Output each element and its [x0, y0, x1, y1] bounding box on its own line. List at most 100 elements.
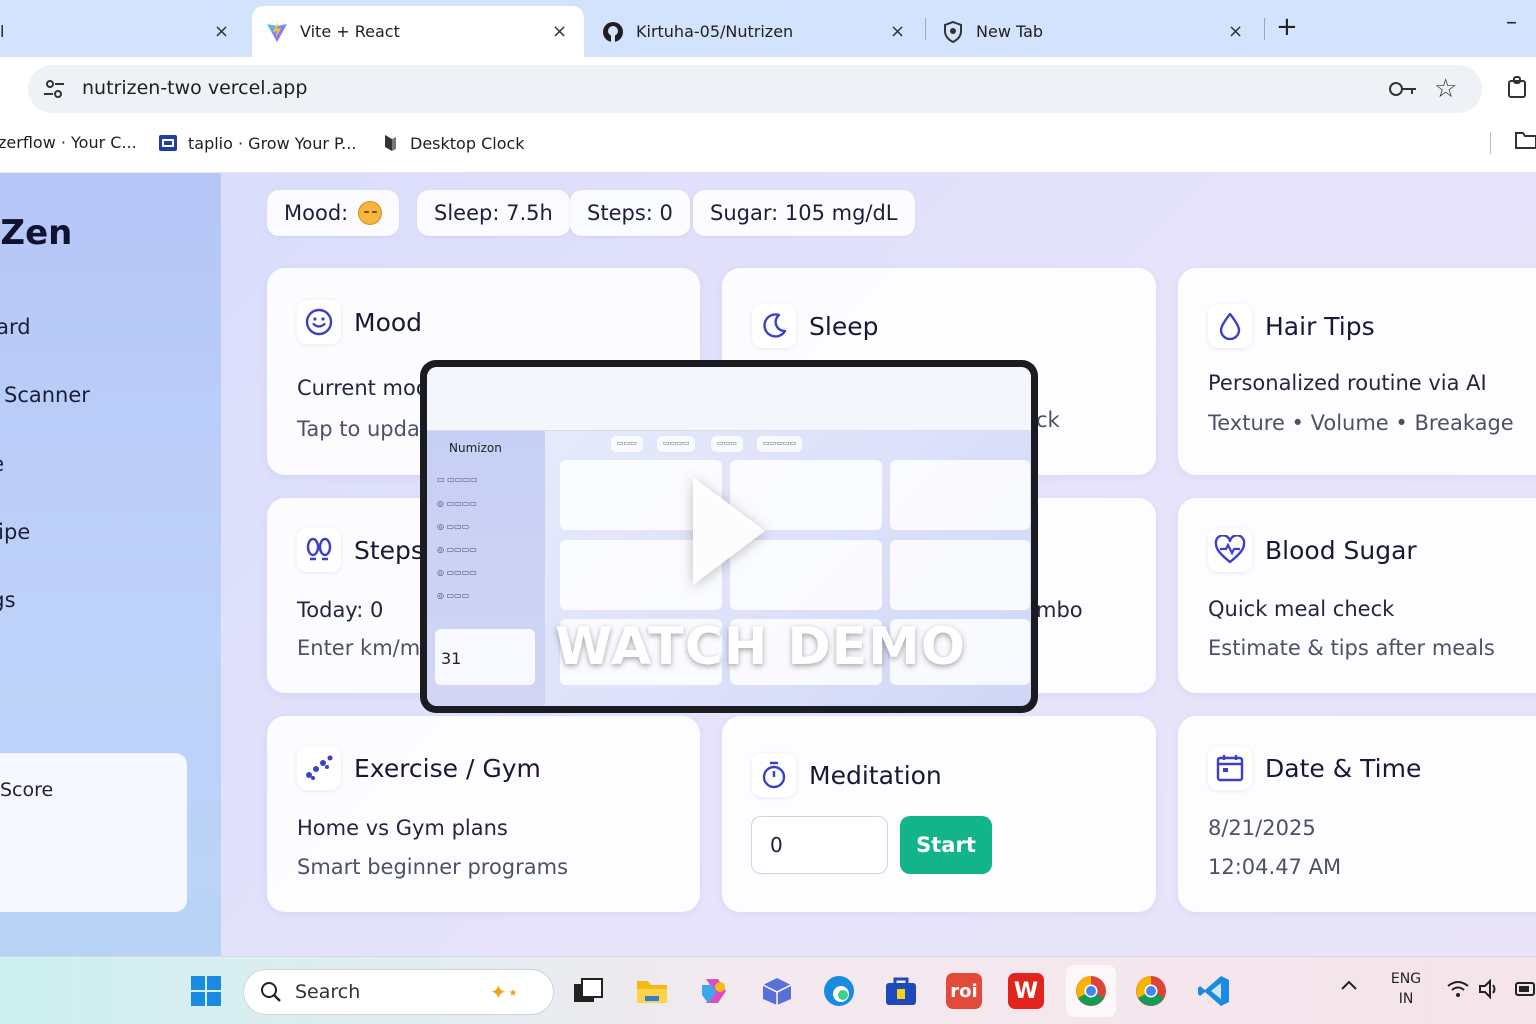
- mood-chip: Mood:: [267, 190, 400, 236]
- search-placeholder: Search: [295, 981, 361, 1003]
- tab-close-icon[interactable]: ×: [1228, 21, 1243, 42]
- demo-mini-browser-bar: [427, 367, 1031, 431]
- language-code: ENG: [1390, 971, 1422, 987]
- extensions-icon[interactable]: [1506, 75, 1532, 105]
- demo-mini-chip: ▭▭▭▭: [657, 436, 696, 452]
- moon-icon: [752, 304, 796, 348]
- combo-card-tail: mbo: [1036, 598, 1083, 622]
- current-time: 12:04.47 AM: [1208, 855, 1342, 879]
- tab-close-icon[interactable]: ×: [890, 21, 905, 42]
- hair-tips-line1: Personalized routine via AI: [1208, 371, 1487, 395]
- tray-chevron-up-icon[interactable]: [1340, 979, 1358, 995]
- tab-title: Kirtuha-05/Nutrizen: [636, 22, 794, 41]
- sidebar: riZen board Scanner ne kipe ngs Score: [0, 173, 221, 956]
- tab-github[interactable]: Kirtuha-05/Nutrizen ×: [590, 6, 920, 57]
- nav-item-dashboard[interactable]: board: [0, 315, 31, 339]
- calendar-icon: [1208, 746, 1252, 790]
- demo-mini-chip: ▭▭▭: [711, 436, 743, 452]
- meditation-minutes-input[interactable]: [751, 816, 888, 874]
- demo-mini-nav: ▭ ▭▭▭▭: [437, 475, 478, 484]
- blood-sugar-title: Blood Sugar: [1265, 535, 1417, 565]
- hair-tips-line2: Texture • Volume • Breakage: [1208, 411, 1514, 435]
- meditation-start-button[interactable]: Start: [900, 816, 992, 874]
- chrome-icon[interactable]: [1133, 973, 1169, 1009]
- exercise-line2: Smart beginner programs: [297, 855, 569, 879]
- heart-pulse-icon: [1208, 528, 1252, 572]
- taplio-icon: [158, 133, 178, 153]
- taskbar-search[interactable]: Search ✦⋆: [243, 969, 554, 1015]
- exercise-card[interactable]: Exercise / Gym Home vs Gym plans Smart b…: [267, 716, 700, 912]
- sugar-chip-label: Sugar: 105 mg/dL: [710, 201, 898, 225]
- stopwatch-icon: [752, 753, 796, 797]
- nav-item-recipe[interactable]: kipe: [0, 520, 30, 544]
- blood-sugar-card[interactable]: Blood Sugar Quick meal check Estimate & …: [1178, 498, 1536, 693]
- store-icon[interactable]: [883, 973, 919, 1009]
- vscode-icon[interactable]: [1196, 973, 1232, 1009]
- copilot-icon[interactable]: [696, 973, 732, 1009]
- sleep-card-title: Sleep: [809, 311, 879, 341]
- tab-previous[interactable]: l ×: [0, 6, 250, 57]
- steps-card-title: Steps: [354, 535, 424, 565]
- tab-separator: [1264, 18, 1265, 40]
- nav-item-scanner[interactable]: Scanner: [4, 383, 90, 407]
- demo-mini-nav: ◎ ▭▭▭: [437, 522, 470, 531]
- blood-sugar-line1: Quick meal check: [1208, 597, 1395, 621]
- folder-icon[interactable]: [1514, 130, 1536, 154]
- minimize-button[interactable]: –: [1506, 10, 1517, 35]
- bookmark-label: Desktop Clock: [410, 133, 525, 153]
- address-bar-row: nutrizen-two vercel.app ☆: [0, 57, 1536, 121]
- blood-sugar-line2: Estimate & tips after meals: [1208, 636, 1495, 660]
- dumbbell-icon: [297, 746, 341, 790]
- copilot-sparkle-icon: ✦⋆: [490, 980, 520, 1004]
- play-icon[interactable]: [693, 477, 765, 585]
- score-card: Score: [0, 753, 187, 912]
- battery-icon[interactable]: [1514, 979, 1536, 1003]
- tab-title: l: [0, 22, 5, 41]
- steps-chip: Steps: 0: [570, 190, 690, 236]
- url-text[interactable]: nutrizen-two vercel.app: [82, 77, 307, 99]
- demo-mini-card: [890, 460, 1030, 530]
- nav-item-settings[interactable]: ngs: [0, 588, 16, 612]
- volume-icon[interactable]: [1478, 978, 1502, 1003]
- watch-demo-video[interactable]: Numizon ▭ ▭▭▭▭ ◎ ▭▭▭▭ ◎ ▭▭▭ ◎ ▭▭▭▭ ◎ ▭▭▭…: [420, 360, 1038, 713]
- roi-app-icon[interactable]: roi: [946, 973, 982, 1009]
- brand-title: riZen: [0, 213, 73, 253]
- footprints-icon: [297, 528, 341, 572]
- demo-mini-brand: Numizon: [449, 441, 502, 455]
- file-explorer-icon[interactable]: [634, 973, 670, 1009]
- omnibox[interactable]: nutrizen-two vercel.app ☆: [28, 65, 1482, 113]
- smile-icon: [297, 300, 341, 344]
- language-indicator[interactable]: ENG IN: [1388, 971, 1424, 1007]
- new-tab-button[interactable]: +: [1276, 12, 1298, 42]
- demo-mini-date: 31: [441, 649, 462, 668]
- tab-close-icon[interactable]: ×: [552, 21, 567, 42]
- bookmark-label: zerflow · Your C...: [0, 133, 137, 152]
- bookmark-star-icon[interactable]: ☆: [1434, 74, 1457, 104]
- tab-separator: [925, 18, 926, 40]
- password-key-icon[interactable]: [1388, 78, 1418, 104]
- site-settings-icon[interactable]: [42, 77, 66, 105]
- droplet-icon: [1208, 304, 1252, 348]
- edge-browser-icon[interactable]: [821, 973, 857, 1009]
- wifi-icon[interactable]: [1446, 979, 1470, 1003]
- demo-mini-nav: ◎ ▭▭▭▭: [437, 499, 477, 508]
- chrome-active-icon[interactable]: [1066, 965, 1116, 1017]
- windows-start-icon[interactable]: [188, 973, 224, 1009]
- bookmark-item[interactable]: taplio · Grow Your P...: [158, 133, 356, 153]
- exercise-line1: Home vs Gym plans: [297, 816, 508, 840]
- tab-new-tab[interactable]: New Tab ×: [930, 6, 1260, 57]
- bookmark-item[interactable]: zerflow · Your C...: [0, 133, 137, 152]
- meditation-title: Meditation: [809, 760, 942, 790]
- nav-item-3[interactable]: ne: [0, 452, 4, 476]
- tab-close-icon[interactable]: ×: [214, 21, 229, 42]
- app-cube-icon[interactable]: [759, 973, 795, 1009]
- wps-office-icon[interactable]: W: [1008, 973, 1044, 1009]
- bookmark-item[interactable]: Desktop Clock: [380, 133, 525, 153]
- hair-tips-title: Hair Tips: [1265, 311, 1375, 341]
- tab-vite-react[interactable]: Vite + React ×: [252, 6, 584, 57]
- hair-tips-card[interactable]: Hair Tips Personalized routine via AI Te…: [1178, 268, 1536, 475]
- steps-card-today: Today: 0: [297, 598, 384, 622]
- meditation-card: Meditation Start: [722, 716, 1156, 912]
- task-view-icon[interactable]: [570, 973, 606, 1009]
- demo-mini-chip: ▭▭▭: [611, 436, 643, 452]
